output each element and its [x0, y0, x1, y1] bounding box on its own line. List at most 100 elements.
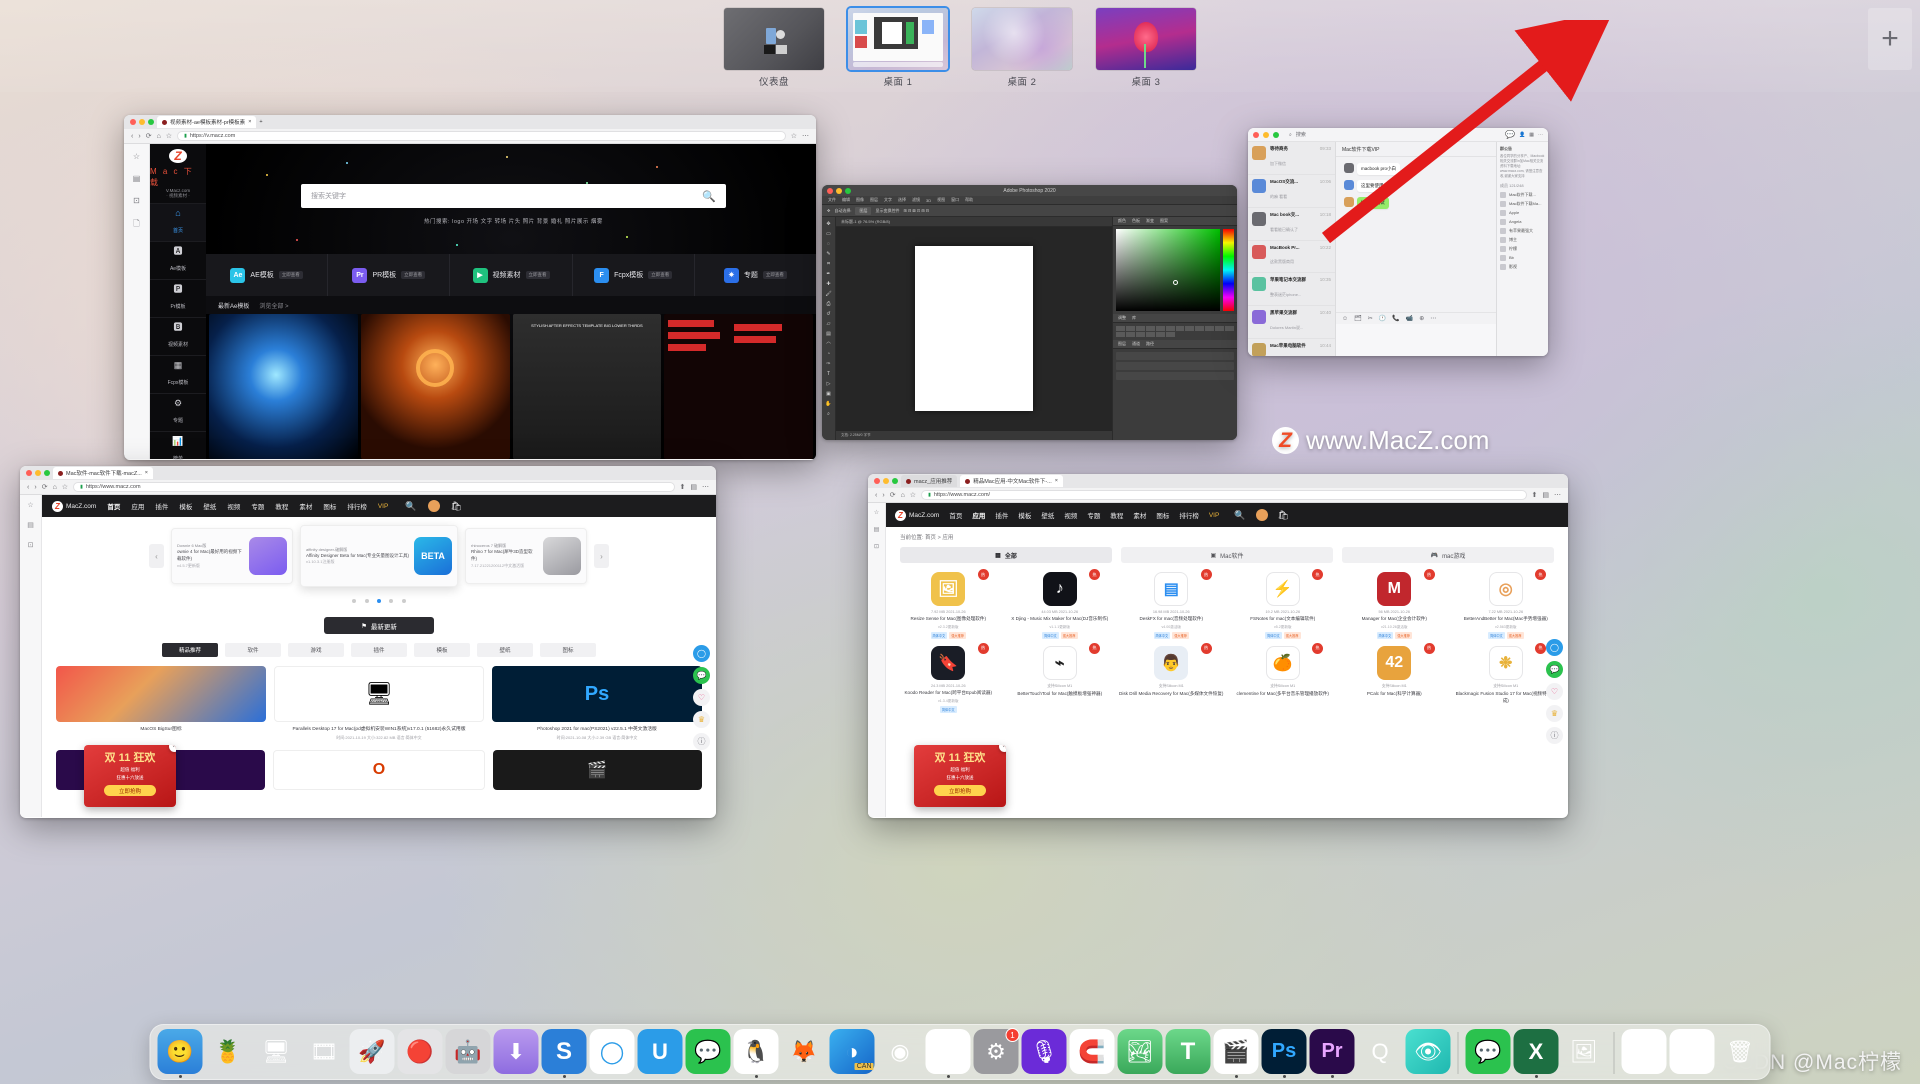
promo-button[interactable]: 立即抢购	[934, 785, 986, 796]
brush-tool-icon[interactable]: 🖌	[825, 291, 831, 297]
panel-tab-gradient[interactable]: 渐变	[1146, 218, 1154, 224]
avatar[interactable]	[1256, 509, 1268, 521]
document-tab[interactable]: 未标题-1 @ 76.5% (RGB/8)	[836, 217, 1112, 227]
file-icon[interactable]: 🗂	[1354, 315, 1362, 322]
favorites-icon[interactable]: ☆	[20, 501, 41, 509]
nav-home[interactable]: 首页	[949, 510, 962, 520]
move-tool-icon[interactable]: ✥	[827, 208, 830, 213]
panel-tab-color[interactable]: 颜色	[1118, 218, 1126, 224]
list-item[interactable]: Mac软件下载Ma...	[1500, 201, 1545, 207]
history-icon[interactable]: ⊡	[868, 543, 885, 550]
dock-item-chrome[interactable]: ◎	[926, 1029, 971, 1074]
space-thumbnail[interactable]	[848, 8, 948, 70]
dock-item-excel[interactable]: X	[1514, 1029, 1559, 1074]
panel-tab-channels[interactable]: 通道	[1132, 341, 1140, 347]
favorite-button[interactable]: ♡	[693, 689, 710, 706]
close-tab-icon[interactable]: ×	[1055, 478, 1058, 484]
align-icons[interactable]: ⊞ ⊟ ⊠ ⊡ ⊞ ⊟	[903, 208, 929, 213]
app-card[interactable]: 热 42 支持Silicon M1 PCalc for Mac(科学计算器)	[1342, 646, 1447, 713]
nav-ranking[interactable]: 排行榜	[347, 501, 367, 511]
space-desktop-2[interactable]: 桌面 2	[972, 8, 1072, 88]
space-dashboard[interactable]: 仪表盘	[724, 8, 824, 88]
tab-templates[interactable]: 模板	[414, 643, 470, 657]
video-card[interactable]	[209, 314, 358, 459]
space-thumbnail[interactable]	[1096, 8, 1196, 70]
menu-help[interactable]: 帮助	[965, 197, 973, 203]
menu-icon[interactable]: ⋯	[702, 483, 709, 491]
panel-tab-swatches[interactable]: 色板	[1132, 218, 1140, 224]
sidebar-item-topic[interactable]: ⚙ 专题	[150, 393, 206, 431]
tab-games[interactable]: 游戏	[288, 643, 344, 657]
close-tab-icon[interactable]: ×	[145, 470, 148, 476]
category-fcpx[interactable]: F Fcpx模板 立即查看	[573, 254, 695, 296]
menu-image[interactable]: 图像	[856, 197, 864, 203]
carousel-prev-button[interactable]: ‹	[149, 544, 164, 568]
quick-select-tool-icon[interactable]: ✎	[826, 251, 830, 257]
wechat-contact-button[interactable]: 💬	[1546, 661, 1563, 678]
search-icon[interactable]: 🔍	[1234, 510, 1245, 521]
app-card[interactable]: 热 M 56 MB 2021-10-26 Manager for Mac(企业会…	[1342, 572, 1447, 639]
hot-word[interactable]: logo	[452, 219, 464, 225]
dock-item-robot-app[interactable]: 🤖	[446, 1029, 491, 1074]
dock-item-qq-browser[interactable]: ◯	[590, 1029, 635, 1074]
close-window-button[interactable]	[130, 119, 136, 125]
video-card[interactable]	[361, 314, 510, 459]
window-controls[interactable]	[827, 188, 851, 194]
tabs-icon[interactable]: ▤	[1542, 491, 1549, 499]
menu-icon[interactable]: ⋯	[802, 132, 809, 140]
segment-filter[interactable]: ▦ 全部 ▣ Mac软件 🎮 mac游戏	[886, 541, 1568, 563]
dock-item-photoshop[interactable]: Ps	[1262, 1029, 1307, 1074]
back-icon[interactable]: ‹	[131, 133, 133, 140]
move-tool-icon[interactable]: ✥	[826, 221, 830, 227]
favorites-icon[interactable]: ☆	[133, 152, 140, 161]
blur-tool-icon[interactable]: ◠	[826, 341, 830, 347]
list-item[interactable]: Apple	[1500, 210, 1545, 216]
sidebar-item-video[interactable]: 🅱 视频素材	[150, 317, 206, 355]
cart-icon[interactable]: 🛍	[451, 501, 462, 512]
history-icon[interactable]: ⊡	[20, 541, 41, 549]
nav-wallpaper[interactable]: 壁纸	[1041, 510, 1054, 520]
sidebar-item-rank[interactable]: 📊 榜单	[150, 431, 206, 460]
content-card[interactable]: MacOS BigSur图标	[56, 666, 266, 741]
layers-list[interactable]	[1113, 349, 1237, 383]
browser-tab[interactable]: 视频素材-ae模板素材-pr模板素 ×	[157, 116, 256, 128]
message-input[interactable]	[1336, 324, 1496, 356]
dock-item-red-tool[interactable]: 🔴	[398, 1029, 443, 1074]
marquee-tool-icon[interactable]: ▭	[826, 231, 831, 237]
extensions-icon[interactable]: ☆	[791, 132, 797, 140]
panel-tab-paths[interactable]: 路径	[1146, 341, 1154, 347]
dock-item-screen-recorder[interactable]: 🖥	[254, 1029, 299, 1074]
tab-recommended[interactable]: 精品推荐	[162, 643, 218, 657]
list-item[interactable]: Mac苹果电脑软件 10:44 SuperName大家...	[1248, 339, 1335, 356]
list-item[interactable]: 等待商务 09:33 加下微信	[1248, 142, 1335, 175]
promo-button[interactable]: 立即抢购	[104, 785, 156, 796]
minimize-window-button[interactable]	[139, 119, 145, 125]
favorite-button[interactable]: ♡	[1546, 683, 1563, 700]
hot-word[interactable]: 转场	[495, 219, 507, 225]
dock-item-wechat-2[interactable]: 💬	[1466, 1029, 1511, 1074]
menu-3d[interactable]: 3D	[926, 198, 931, 203]
menu-filter[interactable]: 滤镜	[912, 197, 920, 203]
new-tab-button[interactable]: +	[259, 119, 262, 125]
app-card[interactable]: 热 ❉ 支持Silicon M1 Blackmagic Fusion Studi…	[1454, 646, 1559, 713]
dock-item-premiere-pro[interactable]: Pr	[1310, 1029, 1355, 1074]
close-window-button[interactable]	[26, 470, 32, 476]
menu-edit[interactable]: 编辑	[842, 197, 850, 203]
dock-item-edge-canary[interactable]: ◑ CAN	[830, 1029, 875, 1074]
window-vmacz-browser[interactable]: 视频素材-ae模板素材-pr模板素 × + ‹ › ⟳ ⌂ ☆ ▮ https:…	[124, 115, 816, 460]
maximize-window-button[interactable]	[44, 470, 50, 476]
nav-ranking[interactable]: 排行榜	[1179, 510, 1199, 520]
nav-plugins[interactable]: 插件	[995, 510, 1008, 520]
crop-tool-icon[interactable]: ⌗	[827, 261, 830, 267]
location-icon[interactable]: ⊕	[1419, 315, 1424, 322]
app-card[interactable]: 热 ⚡ 19.2 MB 2021-10-26 FSNotes for mac(文…	[1231, 572, 1336, 639]
list-item[interactable]: MacBook Pr... 10:22 这款黑版商用	[1248, 241, 1335, 273]
menu-file[interactable]: 文件	[828, 197, 836, 203]
qq-contact-button[interactable]: ◯	[1546, 639, 1563, 656]
reload-icon[interactable]: ⟳	[146, 132, 152, 140]
history-brush-tool-icon[interactable]: ↺	[826, 311, 830, 317]
forward-icon[interactable]: ›	[34, 484, 36, 491]
tab-plugins[interactable]: 插件	[351, 643, 407, 657]
dock-item-photoshop-cc[interactable]: ◉	[878, 1029, 923, 1074]
panel-tab-adjustments[interactable]: 调整	[1118, 315, 1126, 321]
